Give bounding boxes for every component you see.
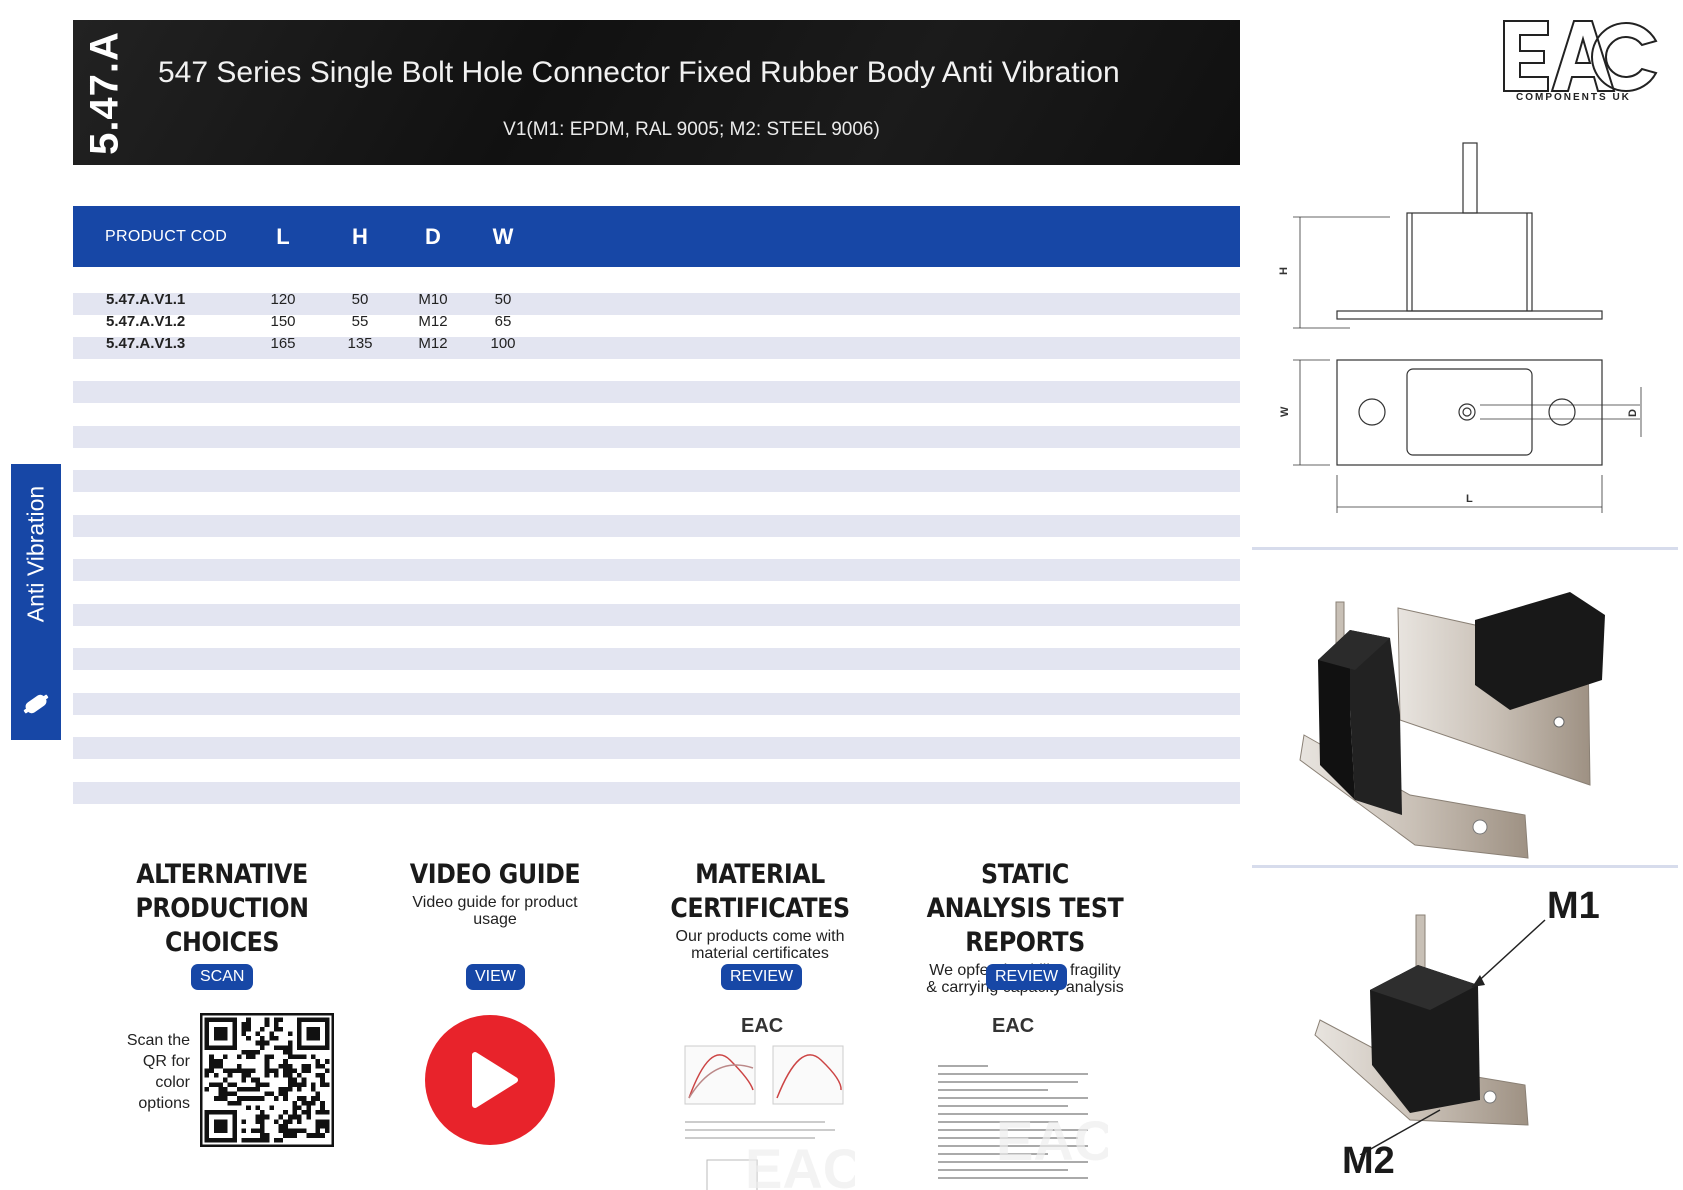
- product-photo-material-callout: [1314, 914, 1546, 1155]
- cell-w: 50: [494, 291, 512, 308]
- page-subtitle: V1(M1: EPDM, RAL 9005; M2: STEEL 9006): [503, 119, 880, 140]
- table-header: PRODUCT COD L H D W: [73, 206, 1240, 267]
- section-description: Video guide for product usage: [412, 894, 578, 928]
- cell-d: M12: [418, 335, 448, 352]
- cell-d: M10: [418, 291, 448, 308]
- table-stripe: [73, 515, 1240, 537]
- header-banner: 5.47.A 547 Series Single Bolt Hole Conne…: [73, 20, 1240, 165]
- section-divider: [1252, 865, 1678, 868]
- cell-h: 55: [351, 313, 369, 330]
- section-description: Our products come with material certific…: [675, 928, 845, 962]
- header-d: D: [425, 224, 441, 249]
- table-stripe: [73, 648, 1240, 670]
- section-alternative-production: ALTERNATIVE PRODUCTION CHOICES: [102, 858, 342, 960]
- cell-w: 100: [490, 335, 516, 352]
- table-stripe: [73, 426, 1240, 448]
- cell-l: 150: [270, 313, 296, 330]
- category-side-tab[interactable]: Anti Vibration: [11, 464, 61, 740]
- logo-subtext: COMPONENTS UK: [1516, 92, 1631, 103]
- scan-button[interactable]: SCAN: [191, 964, 254, 990]
- table-stripe: [73, 381, 1240, 403]
- material-label-m1: M1: [1547, 885, 1600, 927]
- header-l: L: [276, 224, 290, 249]
- table-stripe: [73, 559, 1240, 581]
- cell-l: 120: [270, 291, 296, 308]
- thumbnail-logo: EAC: [992, 1015, 1034, 1037]
- svg-text:EAC: EAC: [996, 1109, 1108, 1172]
- technical-drawing: H W D L: [1278, 142, 1642, 513]
- test-report-document-thumbnail[interactable]: EAC EAC: [928, 1010, 1108, 1190]
- cell-h: 50: [351, 291, 369, 308]
- header-h: H: [352, 224, 368, 249]
- dimension-h-label: H: [1278, 267, 1290, 275]
- header-w: W: [492, 224, 514, 249]
- product-series-code: 5.47.A: [82, 30, 127, 155]
- certificate-document-thumbnail[interactable]: EAC EAC: [675, 1010, 855, 1190]
- cell-product-code: 5.47.A.V1.3: [106, 335, 186, 352]
- review-certificates-button[interactable]: REVIEW: [721, 964, 803, 990]
- view-button[interactable]: VIEW: [466, 964, 525, 990]
- section-title: ALTERNATIVE PRODUCTION CHOICES: [135, 859, 309, 958]
- section-video-guide: VIDEO GUIDE Video guide for product usag…: [375, 858, 615, 928]
- scan-instructions: Scan the QR for color options: [126, 1032, 190, 1112]
- table-row: 5.47.A.V1.1 120 50 M10 50: [73, 289, 1240, 311]
- cell-w: 65: [494, 313, 512, 330]
- category-label: Anti Vibration: [22, 485, 49, 623]
- section-divider: [1252, 547, 1678, 550]
- page-title: 547 Series Single Bolt Hole Connector Fi…: [158, 56, 1120, 89]
- cell-l: 165: [270, 335, 296, 352]
- table-stripe: [73, 737, 1240, 759]
- dimension-d-label: D: [1627, 409, 1639, 417]
- cell-product-code: 5.47.A.V1.2: [106, 313, 186, 330]
- table-row: 5.47.A.V1.3 165 135 M12 100: [73, 333, 1240, 355]
- cell-product-code: 5.47.A.V1.1: [106, 291, 186, 308]
- cell-d: M12: [418, 313, 448, 330]
- cell-h: 135: [347, 335, 373, 352]
- qr-code-icon[interactable]: [200, 1013, 334, 1147]
- section-title: VIDEO GUIDE: [409, 859, 581, 890]
- table-stripe: [73, 782, 1240, 804]
- anti-vibration-mount-icon: [23, 694, 49, 714]
- section-material-certificates: MATERIAL CERTIFICATES Our products come …: [640, 858, 880, 962]
- table-row: 5.47.A.V1.2 150 55 M12 65: [73, 311, 1240, 333]
- dimension-w-label: W: [1279, 406, 1291, 417]
- table-stripe: [73, 693, 1240, 715]
- dimension-l-label: L: [1466, 493, 1473, 505]
- review-reports-button[interactable]: REVIEW: [986, 964, 1068, 990]
- header-product-code: PRODUCT COD: [105, 228, 228, 245]
- table-stripe: [73, 604, 1240, 626]
- section-title: MATERIAL CERTIFICATES: [670, 859, 850, 924]
- product-photo-pair: [1299, 592, 1605, 859]
- table-stripe: [73, 470, 1240, 492]
- thumbnail-logo: EAC: [741, 1015, 783, 1037]
- section-title: STATIC ANALYSIS TEST REPORTS: [926, 859, 1124, 958]
- play-video-icon[interactable]: [425, 1015, 555, 1145]
- material-label-m2: M2: [1342, 1140, 1395, 1182]
- svg-text:EAC: EAC: [745, 1137, 855, 1190]
